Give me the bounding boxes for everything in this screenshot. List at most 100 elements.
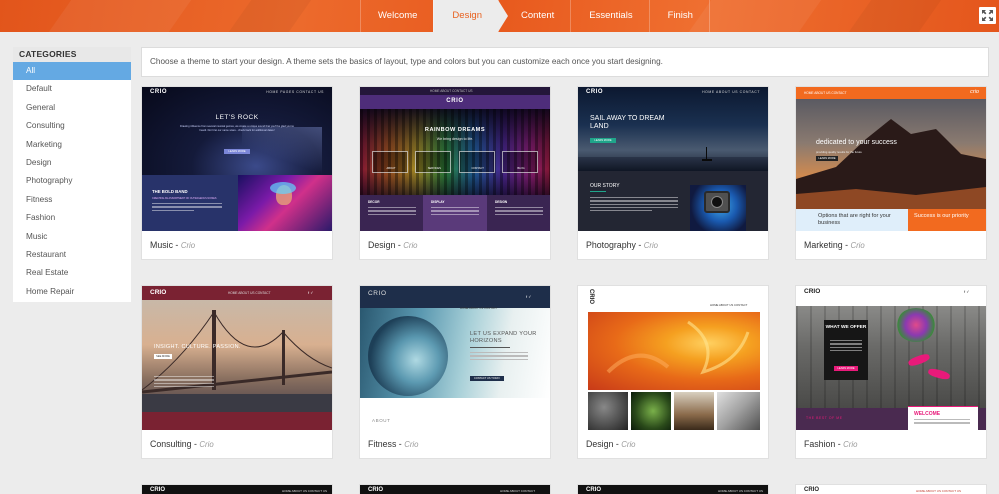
preview-logo: CRIO <box>804 487 819 493</box>
category-home-repair[interactable]: Home Repair <box>13 283 131 301</box>
theme-preview: CRIO f ✓ WHAT WE OFFER LEARN MORE THE BE… <box>796 286 986 430</box>
preview-logo: crio <box>970 89 979 95</box>
wizard-step-design[interactable]: Design <box>433 0 508 32</box>
preview-subtext: providing quality results for the future <box>816 150 862 154</box>
expand-icon <box>982 10 993 21</box>
preview-button: CONTACT US TODAY <box>470 376 504 381</box>
preview-button: LEARN MORE <box>816 156 838 161</box>
preview-logo: CRIO <box>446 98 464 104</box>
preview-nav: HOME ABOUT CONTACT <box>500 489 536 493</box>
theme-card-row3-1[interactable]: CRIO HOME ABOUT US CONTACT US <box>141 484 333 494</box>
fullscreen-button[interactable] <box>979 7 996 24</box>
category-fitness[interactable]: Fitness <box>13 191 131 209</box>
preview-icon-label: ABOUT <box>386 167 396 170</box>
preview-button: LEARN MORE <box>224 149 250 154</box>
theme-name: Music <box>150 240 173 250</box>
theme-card-row3-3[interactable]: CRIO HOME ABOUT US CONTACT US <box>577 484 769 494</box>
mountain-silhouette <box>796 119 986 209</box>
theme-brand: Crio <box>621 440 636 449</box>
category-general[interactable]: General <box>13 99 131 117</box>
banner-facet <box>848 0 942 32</box>
category-design[interactable]: Design <box>13 154 131 172</box>
banner-facet <box>48 0 192 32</box>
category-real-estate[interactable]: Real Estate <box>13 264 131 282</box>
theme-name: Design <box>368 240 396 250</box>
theme-card-marketing[interactable]: crio HOME ABOUT US CONTACT dedicated to … <box>795 86 987 260</box>
preview-icon-label: SERVICES <box>427 167 441 170</box>
preview-headline: SAIL AWAY TO DREAM LAND <box>590 115 665 130</box>
preview-footer: THE BEST OF ME <box>806 416 843 420</box>
preview-headline: LET US EXPAND YOUR HORIZONS <box>470 331 537 344</box>
preview-nav: HOME ABOUT US CONTACT <box>702 90 760 94</box>
category-restaurant[interactable]: Restaurant <box>13 246 131 264</box>
preview-logo: CRIO <box>804 288 821 295</box>
theme-card-photography[interactable]: CRIO HOME ABOUT US CONTACT SAIL AWAY TO … <box>577 86 769 260</box>
theme-name: Marketing <box>804 240 843 250</box>
theme-card-design-orange[interactable]: CRIO HOME ABOUT US CONTACT Design - Crio <box>577 285 769 459</box>
theme-preview: CRIO HOME ABOUT US CONTACT f ✓ INSIGHT. … <box>142 286 332 430</box>
preview-section-title: ABOUT <box>372 418 391 423</box>
category-default[interactable]: Default <box>13 80 131 98</box>
theme-card-fitness[interactable]: CRIO f ✓ HOME ABOUT US CONTACT LET US EX… <box>359 285 551 459</box>
category-sidebar: CATEGORIES All Default General Consultin… <box>13 47 131 302</box>
theme-card-consulting[interactable]: CRIO HOME ABOUT US CONTACT f ✓ INSIGHT. … <box>141 285 333 459</box>
preview-section-title: OUR STORY <box>590 183 620 189</box>
wizard-step-essentials[interactable]: Essentials <box>570 0 648 32</box>
category-photography[interactable]: Photography <box>13 172 131 190</box>
preview-icon-label: CONTACT <box>471 167 484 170</box>
preview-col-title: DECOR <box>368 200 380 204</box>
preview-nav: HOME PAGES CONTACT US <box>266 90 324 94</box>
preview-logo: CRIO <box>586 487 601 493</box>
wizard-step-content[interactable]: Content <box>498 0 570 32</box>
theme-card-row3-2[interactable]: CRIO HOME ABOUT CONTACT <box>359 484 551 494</box>
preview-nav: HOME ABOUT US CONTACT US <box>916 489 962 493</box>
theme-preview: CRIO HOME ABOUT US CONTACT SAIL AWAY TO … <box>578 87 768 231</box>
preview-nav: HOME ABOUT CONTACT US <box>430 88 473 93</box>
theme-brand: Crio <box>180 241 196 250</box>
preview-subtext: We bring design to life. <box>436 137 474 141</box>
preview-logo: CRIO <box>368 290 387 297</box>
wizard-header: Welcome Design Content Essentials Finish <box>0 0 999 32</box>
theme-preview: CRIO HOME PAGES CONTACT US LET'S ROCK Dr… <box>142 87 332 231</box>
preview-headline: INSIGHT. CULTURE. PASSION. <box>154 344 241 350</box>
intro-text: Choose a theme to start your design. A t… <box>141 47 989 77</box>
theme-preview: crio HOME ABOUT US CONTACT dedicated to … <box>796 87 986 231</box>
category-marketing[interactable]: Marketing <box>13 136 131 154</box>
theme-brand: Crio <box>403 241 418 250</box>
preview-section-title: WELCOME <box>914 411 941 417</box>
preview-logo: CRIO <box>150 89 167 95</box>
wizard-step-welcome[interactable]: Welcome <box>360 0 433 32</box>
preview-logo: CRIO <box>150 289 167 296</box>
preview-headline: WHAT WE OFFER <box>825 325 867 330</box>
theme-brand: Crio <box>850 241 865 250</box>
theme-name: Fashion <box>804 439 836 449</box>
preview-headline: RAINBOW DREAMS <box>424 127 486 133</box>
theme-card-row3-4[interactable]: CRIO HOME ABOUT US CONTACT US <box>795 484 987 494</box>
preview-logo: CRIO <box>586 89 603 95</box>
theme-name: Design <box>586 439 614 449</box>
preview-nav: HOME ABOUT US CONTACT <box>804 91 847 95</box>
abstract-art <box>606 320 750 375</box>
preview-box-right: Success is our priority <box>914 213 969 219</box>
theme-card-music[interactable]: CRIO HOME PAGES CONTACT US LET'S ROCK Dr… <box>141 86 333 260</box>
preview-section-subtitle: CREATING AN ASSORTMENT OF OUTRAGEOUS NOI… <box>152 197 217 200</box>
theme-name: Consulting <box>150 439 192 449</box>
social-icons: f ✓ <box>526 294 532 299</box>
social-icons: f ✓ <box>964 289 970 294</box>
wizard-step-finish[interactable]: Finish <box>648 0 710 32</box>
category-fashion[interactable]: Fashion <box>13 209 131 227</box>
preview-button: SEE MORE <box>154 354 172 359</box>
category-music[interactable]: Music <box>13 228 131 246</box>
preview-headline: dedicated to your success <box>816 139 897 146</box>
theme-card-fashion[interactable]: CRIO f ✓ WHAT WE OFFER LEARN MORE THE BE… <box>795 285 987 459</box>
category-consulting[interactable]: Consulting <box>13 117 131 135</box>
theme-card-design-rainbow[interactable]: HOME ABOUT CONTACT US CRIO RAINBOW DREAM… <box>359 86 551 260</box>
category-all[interactable]: All <box>13 62 131 81</box>
theme-name: Photography <box>586 240 636 250</box>
preview-nav: HOME ABOUT US CONTACT US <box>718 489 764 493</box>
theme-preview: HOME ABOUT CONTACT US CRIO RAINBOW DREAM… <box>360 87 550 231</box>
theme-brand: Crio <box>404 440 419 449</box>
preview-logo: CRIO <box>588 289 594 304</box>
wizard-steps: Welcome Design Content Essentials Finish <box>360 0 710 32</box>
theme-brand: Crio <box>643 241 659 250</box>
